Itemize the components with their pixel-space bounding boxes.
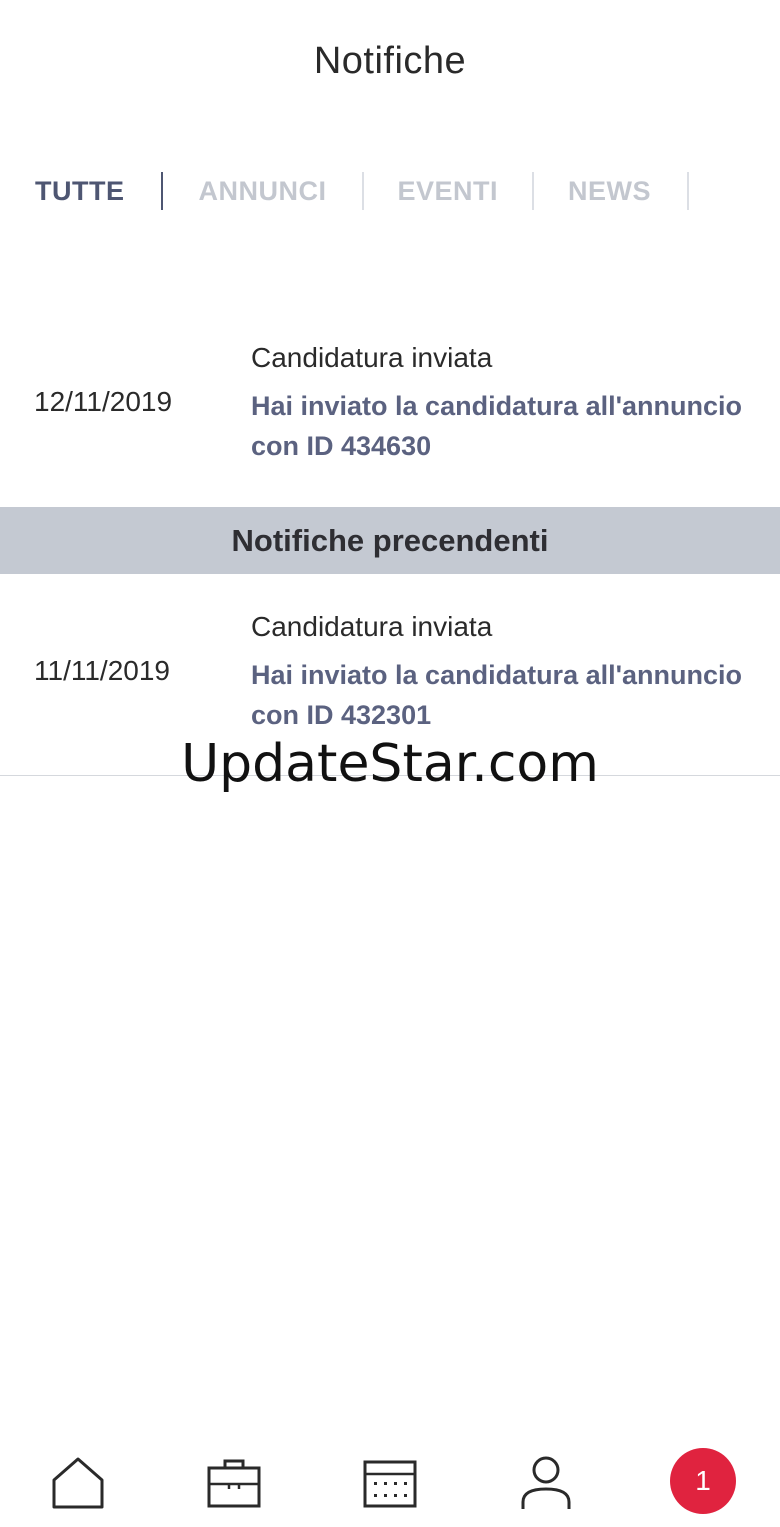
nav-events[interactable]: [358, 1450, 422, 1514]
tab-divider: [160, 172, 163, 210]
bottom-navigation: 1: [0, 1440, 780, 1527]
notifications-badge[interactable]: 1: [670, 1448, 736, 1514]
watermark: UpdateStar.com: [181, 734, 599, 794]
filter-tabs: TUTTE ANNUNCI EVENTI NEWS: [35, 170, 690, 212]
user-icon: [521, 1456, 571, 1509]
tab-divider: [532, 172, 535, 210]
notification-date: 12/11/2019: [34, 386, 173, 417]
calendar-icon: [363, 1460, 417, 1508]
tab-divider: [361, 172, 364, 210]
notification-message: Hai inviato la candidatura all'annuncio …: [251, 660, 743, 730]
notification-item[interactable]: 11/11/2019 Candidatura inviata Hai invia…: [0, 599, 780, 749]
notification-date: 11/11/2019: [34, 655, 170, 686]
notification-message: Hai inviato la candidatura all'annuncio …: [251, 391, 743, 461]
tab-annunci[interactable]: ANNUNCI: [199, 170, 327, 212]
previous-notifications-header: Notifiche precendenti: [0, 507, 780, 574]
briefcase-icon: [207, 1459, 261, 1508]
home-icon: [52, 1457, 104, 1509]
tab-tutte[interactable]: TUTTE: [35, 170, 125, 212]
page-title: Notifiche: [313, 40, 467, 82]
notification-title: Candidatura inviata: [251, 342, 493, 373]
tab-eventi[interactable]: EVENTI: [398, 170, 499, 212]
tab-news[interactable]: NEWS: [568, 170, 651, 212]
nav-home[interactable]: [46, 1450, 110, 1514]
nav-jobs[interactable]: [202, 1450, 266, 1514]
tab-divider: [687, 172, 690, 210]
notification-item[interactable]: 12/11/2019 Candidatura inviata Hai invia…: [0, 330, 780, 480]
notification-title: Candidatura inviata: [251, 611, 493, 642]
nav-profile[interactable]: [514, 1450, 578, 1514]
